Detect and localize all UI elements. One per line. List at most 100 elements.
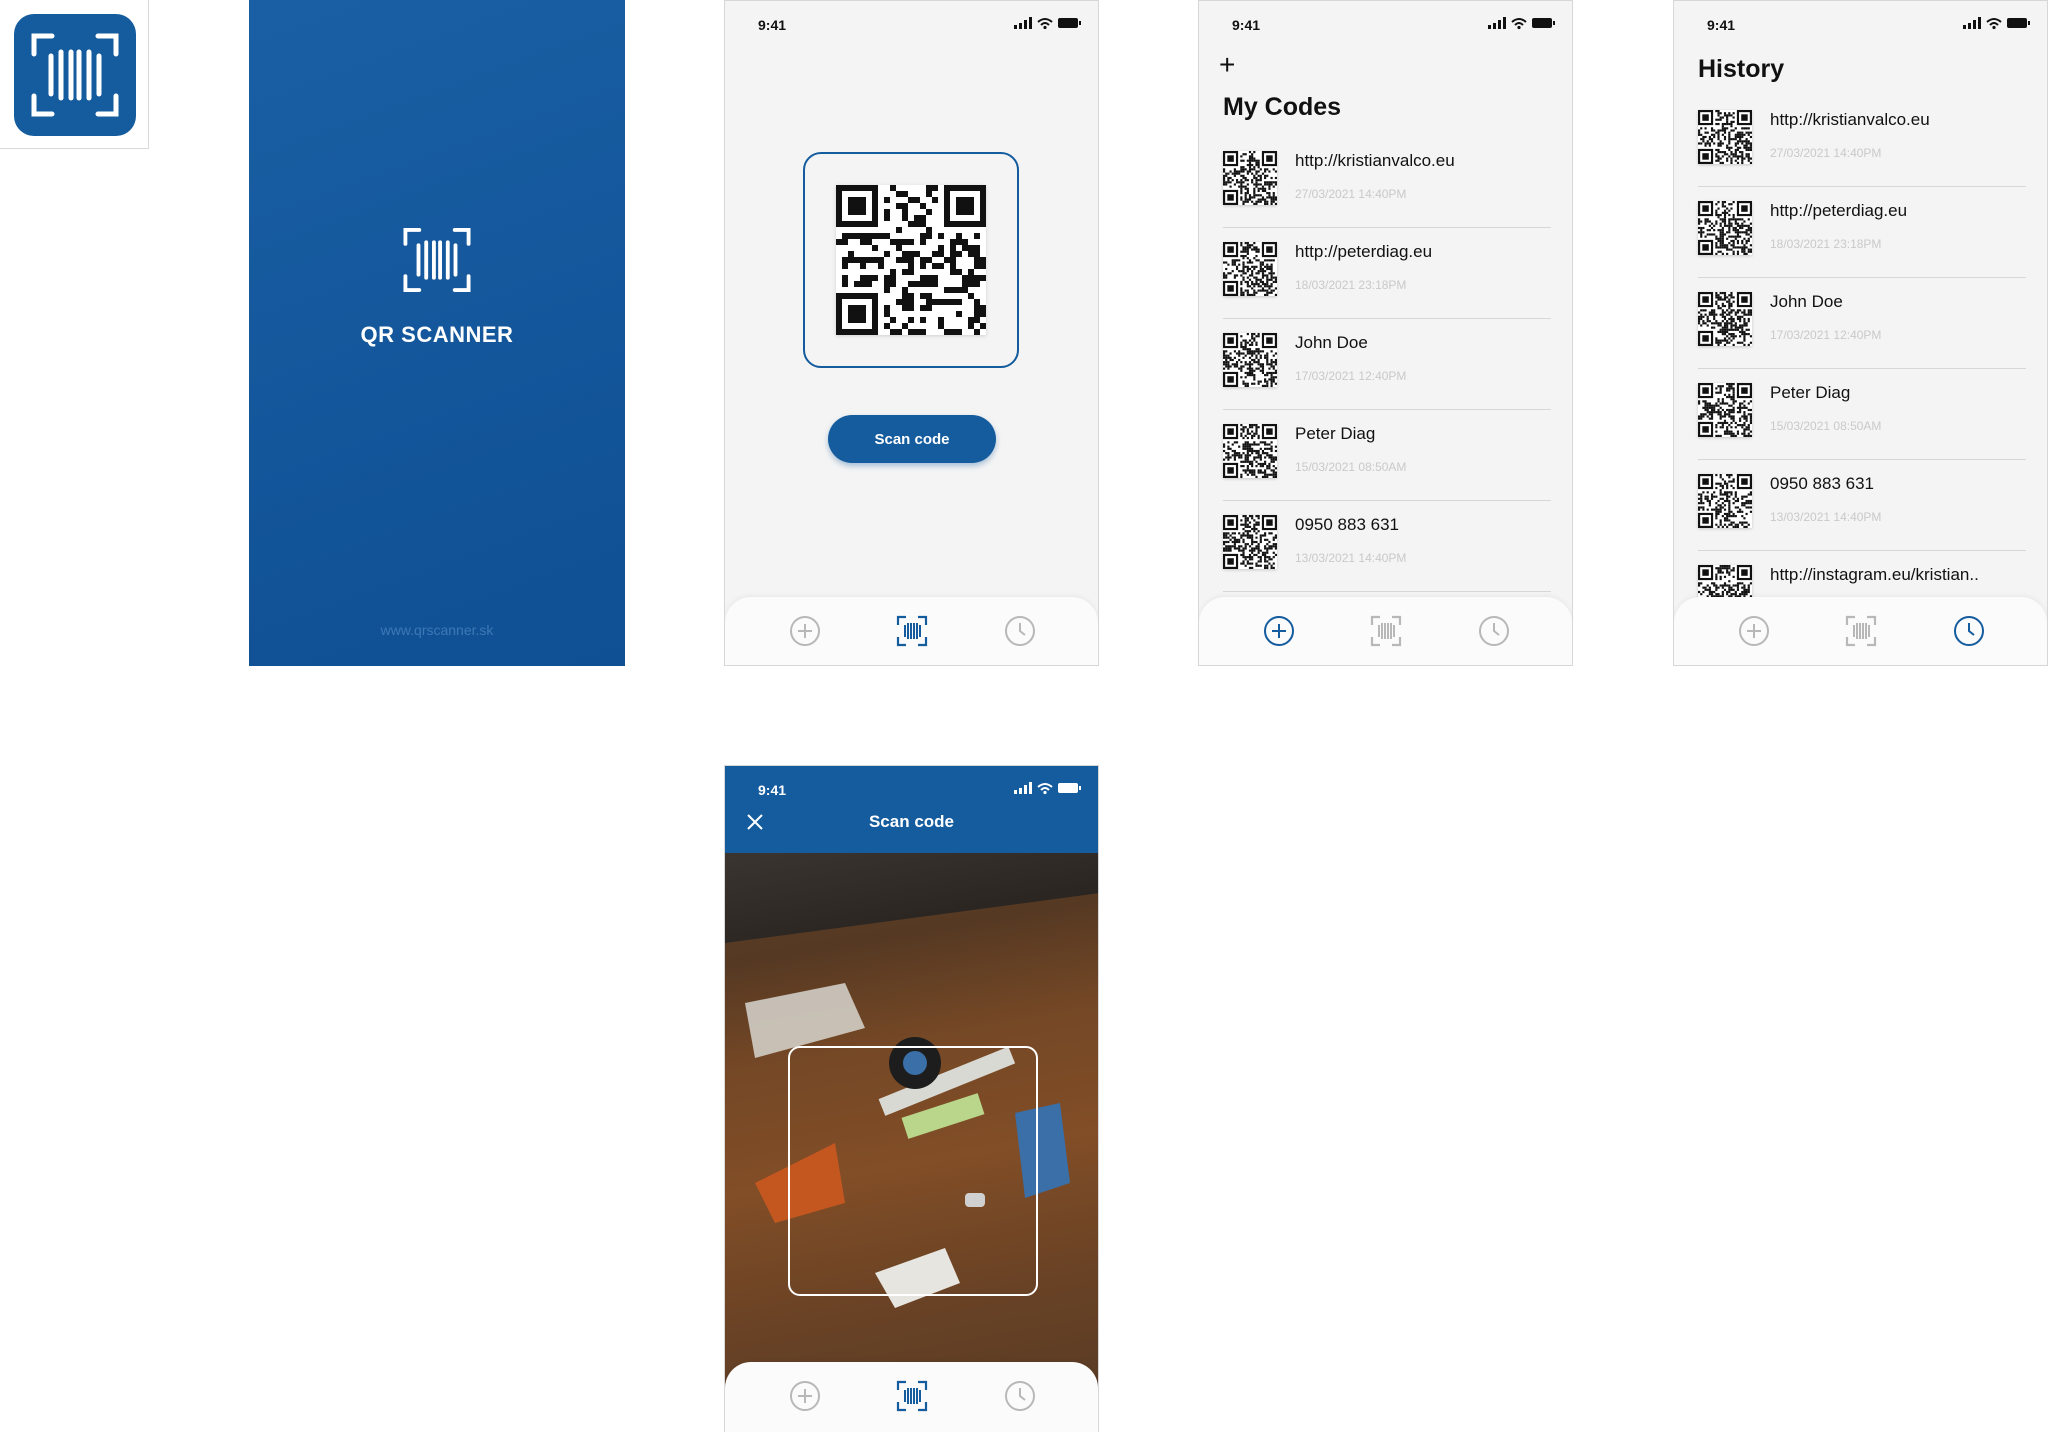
status-bar: 9:41 — [1674, 1, 2047, 45]
list-item[interactable]: 0950 883 631 13/03/2021 14:40PM — [1698, 470, 2026, 560]
status-icons — [1963, 17, 2030, 30]
item-date: 18/03/2021 23:18PM — [1770, 237, 1882, 251]
plus-circle-icon — [790, 1381, 820, 1411]
tab-scan[interactable] — [1841, 611, 1881, 651]
qr-code-icon — [1698, 292, 1752, 346]
status-bar: 9:41 — [725, 766, 1098, 810]
page-title: My Codes — [1223, 93, 1342, 121]
item-title: Peter Diag — [1295, 424, 1376, 443]
item-date: 27/03/2021 14:40PM — [1295, 187, 1407, 201]
item-date: 27/03/2021 14:40PM — [1770, 146, 1882, 160]
item-date: 15/03/2021 08:50AM — [1770, 419, 1882, 433]
status-time: 9:41 — [758, 782, 787, 798]
barcode-scan-icon — [1845, 615, 1877, 647]
status-bar: 9:41 — [1199, 1, 1572, 45]
barcode-scan-icon — [896, 1380, 928, 1412]
list-item[interactable]: Peter Diag 15/03/2021 08:50AM — [1698, 379, 2026, 469]
qr-preview-frame — [803, 152, 1019, 368]
qr-code-icon — [836, 185, 986, 335]
app-icon — [14, 14, 136, 136]
plus-circle-icon — [1739, 616, 1769, 646]
item-date: 13/03/2021 14:40PM — [1770, 510, 1882, 524]
page-title: History — [1698, 55, 1785, 83]
camera-scan-screen: 9:41 Scan code — [724, 765, 1099, 1432]
list-item[interactable]: http://peterdiag.eu 18/03/2021 23:18PM — [1698, 197, 2026, 287]
divider — [1223, 591, 1551, 592]
my-codes-screen: 9:41 + My Codes http://kristianvalco.eu … — [1198, 0, 1573, 666]
plus-circle-icon — [1264, 616, 1294, 646]
item-date: 17/03/2021 12:40PM — [1295, 369, 1407, 383]
list-item[interactable]: http://kristianvalco.eu 27/03/2021 14:40… — [1223, 147, 1551, 237]
item-date: 17/03/2021 12:40PM — [1770, 328, 1882, 342]
tab-bar — [1674, 597, 2047, 665]
qr-thumbnail — [1223, 242, 1277, 296]
status-time: 9:41 — [758, 17, 787, 33]
qr-thumbnail — [1223, 424, 1277, 478]
item-title: 0950 883 631 — [1295, 515, 1399, 534]
tab-add[interactable] — [785, 1376, 825, 1416]
tab-history[interactable] — [1949, 611, 1989, 651]
tab-history[interactable] — [1000, 611, 1040, 651]
tab-add[interactable] — [785, 611, 825, 651]
item-title: http://kristianvalco.eu — [1770, 110, 1930, 129]
tab-add[interactable] — [1734, 611, 1774, 651]
splash-screen: QR SCANNER www.qrscanner.sk — [249, 0, 625, 666]
divider — [1223, 500, 1551, 501]
tab-bar — [725, 1362, 1098, 1432]
qr-code-image — [836, 185, 986, 335]
tab-scan[interactable] — [892, 1376, 932, 1416]
item-title: http://instagram.eu/kristian.. — [1770, 565, 1979, 584]
history-screen: 9:41 History http://kristianvalco.eu 27/… — [1673, 0, 2048, 666]
item-title: John Doe — [1770, 292, 1843, 311]
item-title: http://peterdiag.eu — [1295, 242, 1433, 261]
item-date: 18/03/2021 23:18PM — [1295, 278, 1407, 292]
tab-history[interactable] — [1000, 1376, 1040, 1416]
list-item[interactable]: http://peterdiag.eu 18/03/2021 23:18PM — [1223, 238, 1551, 328]
divider — [1223, 318, 1551, 319]
list-item[interactable]: http://kristianvalco.eu 27/03/2021 14:40… — [1698, 106, 2026, 196]
qr-thumbnail — [1698, 110, 1752, 164]
qr-thumbnail — [1698, 383, 1752, 437]
tab-scan[interactable] — [892, 611, 932, 651]
qr-code-icon — [1698, 383, 1752, 437]
status-time: 9:41 — [1232, 17, 1261, 33]
qr-code-icon — [1698, 201, 1752, 255]
tab-add[interactable] — [1259, 611, 1299, 651]
clock-icon — [1479, 616, 1509, 646]
qr-code-icon — [1698, 474, 1752, 528]
qr-thumbnail — [1223, 151, 1277, 205]
barcode-scan-icon — [31, 33, 119, 117]
barcode-scan-icon — [896, 615, 928, 647]
tab-scan[interactable] — [1366, 611, 1406, 651]
divider — [1698, 277, 2026, 278]
status-icons — [1488, 17, 1555, 30]
item-title: 0950 883 631 — [1770, 474, 1874, 493]
qr-code-icon — [1223, 242, 1277, 296]
divider — [1698, 368, 2026, 369]
app-url: www.qrscanner.sk — [380, 622, 494, 638]
qr-thumbnail — [1698, 474, 1752, 528]
qr-thumbnail — [1223, 515, 1277, 569]
status-time: 9:41 — [1707, 17, 1736, 33]
divider — [1223, 227, 1551, 228]
status-icons — [1014, 782, 1081, 795]
qr-thumbnail — [1698, 201, 1752, 255]
item-date: 15/03/2021 08:50AM — [1295, 460, 1407, 474]
plus-circle-icon — [790, 616, 820, 646]
camera-header: 9:41 Scan code — [725, 766, 1098, 853]
list-item[interactable]: John Doe 17/03/2021 12:40PM — [1223, 329, 1551, 419]
plus-icon[interactable]: + — [1219, 51, 1235, 79]
camera-title: Scan code — [868, 812, 955, 831]
clock-icon — [1954, 616, 1984, 646]
barcode-scan-icon — [403, 228, 471, 292]
tab-bar — [725, 597, 1098, 665]
list-item[interactable]: John Doe 17/03/2021 12:40PM — [1698, 288, 2026, 378]
tab-history[interactable] — [1474, 611, 1514, 651]
list-item[interactable]: 0950 883 631 13/03/2021 14:40PM — [1223, 511, 1551, 601]
scan-code-button[interactable]: Scan code — [828, 415, 996, 463]
qr-code-icon — [1223, 151, 1277, 205]
list-item[interactable]: Peter Diag 15/03/2021 08:50AM — [1223, 420, 1551, 510]
app-icon-tile — [0, 0, 149, 149]
qr-code-icon — [1698, 110, 1752, 164]
item-title: John Doe — [1295, 333, 1368, 352]
